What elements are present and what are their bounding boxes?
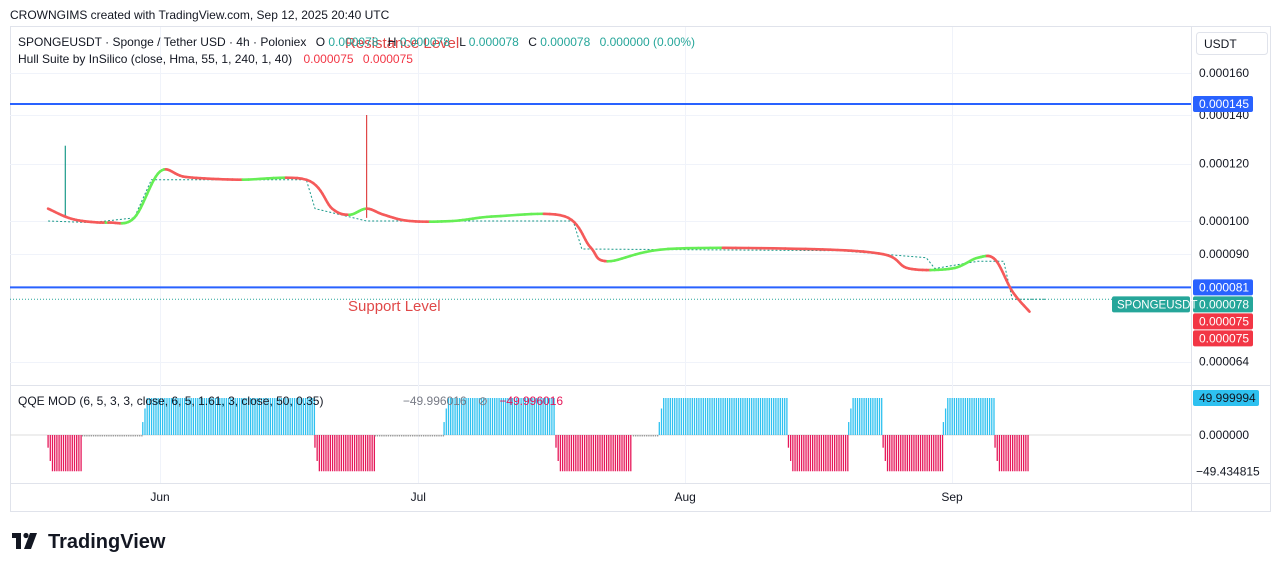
high-value: 0.000078 <box>400 35 450 49</box>
change-value: 0.000000 (0.00%) <box>600 35 695 49</box>
qqe-axis-ticks: 49.999994 0.000000 −49.434815 <box>1193 390 1260 479</box>
price-step-path <box>48 179 1047 300</box>
price-tick-label: 0.000100 <box>1199 214 1249 228</box>
price-tick-label: 0.000064 <box>1199 355 1249 369</box>
low-label: L <box>459 35 466 49</box>
hull-segment <box>1027 309 1031 313</box>
price-badge-label: 0.000075 <box>1199 331 1249 345</box>
price-badge-label: 0.000078 <box>1199 297 1249 311</box>
tv-logo-icon <box>12 532 37 549</box>
time-axis-labels: Jun Jul Aug Sep <box>150 490 963 504</box>
time-label: Aug <box>674 490 695 504</box>
open-value: 0.000078 <box>328 35 378 49</box>
tv-logo-text: TradingView <box>48 531 166 553</box>
hull-value-2: 0.000075 <box>363 52 413 66</box>
hull-legend[interactable]: Hull Suite by InSilico (close, Hma, 55, … <box>18 52 413 66</box>
qqe-settings-icon[interactable]: ⊘ <box>478 394 488 408</box>
symbol-legend[interactable]: SPONGEUSDT · Sponge / Tether USD · 4h · … <box>18 35 695 49</box>
price-badge-label: 0.000081 <box>1199 280 1249 294</box>
qqe-value-1: −49.996016 <box>403 394 467 408</box>
high-label: H <box>388 35 397 49</box>
price-tick-label: 0.000090 <box>1199 247 1249 261</box>
open-label: O <box>316 35 325 49</box>
qqe-name: QQE MOD (6, 5, 3, 3, close, 6, 5, 1.61, … <box>18 394 323 408</box>
credit-text: CROWNGIMS created with TradingView.com, … <box>10 8 390 22</box>
price-badge-label: 0.000075 <box>1199 314 1249 328</box>
price-badge-label: 0.000145 <box>1199 97 1249 111</box>
time-label: Jun <box>150 490 169 504</box>
time-label: Sep <box>941 490 963 504</box>
tradingview-logo[interactable]: TradingView <box>12 531 166 553</box>
symbol-name: SPONGEUSDT · Sponge / Tether USD · 4h · … <box>18 35 306 49</box>
close-label: C <box>528 35 537 49</box>
close-value: 0.000078 <box>540 35 590 49</box>
low-value: 0.000078 <box>469 35 519 49</box>
price-tick-label: 0.000160 <box>1199 66 1249 80</box>
qqe-tick-label: −49.434815 <box>1196 465 1260 479</box>
price-tick-label: 0.000120 <box>1199 157 1249 171</box>
qqe-histogram <box>10 398 1191 472</box>
price-lines <box>10 102 1191 300</box>
qqe-value-2: −49.996016 <box>499 394 563 408</box>
tradingview-chart: CROWNGIMS created with TradingView.com, … <box>10 8 1271 553</box>
hull-name: Hull Suite by InSilico (close, Hma, 55, … <box>18 52 292 66</box>
hull-value-1: 0.000075 <box>303 52 353 66</box>
qqe-legend[interactable]: QQE MOD (6, 5, 3, 3, close, 6, 5, 1.61, … <box>18 394 563 408</box>
qqe-badge-label: 49.999994 <box>1199 391 1256 405</box>
time-label: Jul <box>411 490 426 504</box>
chart-frame <box>10 26 1271 512</box>
price-step-line <box>48 115 1047 300</box>
support-label: Support Level <box>348 298 441 315</box>
qqe-tick-label: 0.000000 <box>1199 428 1249 442</box>
hull-suite-line <box>46 168 1031 313</box>
symbol-tag-label: SPONGEUSDT <box>1117 299 1198 311</box>
currency-label: USDT <box>1204 37 1237 51</box>
